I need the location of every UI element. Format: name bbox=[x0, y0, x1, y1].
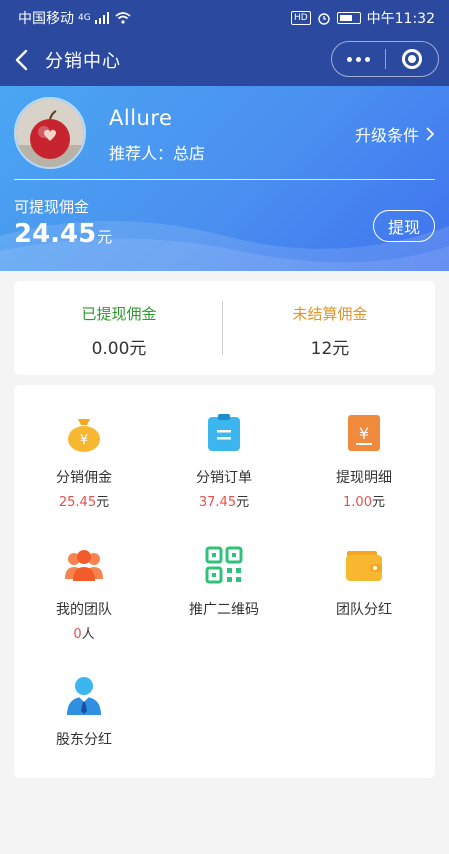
alarm-icon bbox=[317, 13, 330, 25]
qr-code-icon bbox=[205, 546, 243, 584]
money-bag-icon: ¥ bbox=[68, 419, 100, 452]
menu-item-shareholder-dividend[interactable]: 股东分红 bbox=[14, 675, 154, 749]
status-bar: 中国移动 4G HD 中午11:32 bbox=[0, 0, 449, 34]
upgrade-conditions-link[interactable]: 升级条件 bbox=[355, 122, 435, 146]
more-dots-icon bbox=[347, 56, 352, 62]
commission-summary-card: 已提现佣金 0.00元 未结算佣金 12元 bbox=[14, 281, 435, 375]
menu-item-team-dividend[interactable]: 团队分红 bbox=[294, 545, 434, 619]
hd-badge: HD bbox=[290, 11, 311, 25]
back-arrow-icon[interactable] bbox=[12, 48, 34, 72]
order-clipboard-icon bbox=[208, 414, 240, 451]
menu-amount: 25.45元 bbox=[58, 495, 110, 510]
withdraw-detail-icon: ¥ bbox=[348, 415, 380, 451]
close-miniprogram-button[interactable] bbox=[386, 42, 438, 76]
unsettled-label: 未结算佣金 bbox=[292, 305, 368, 323]
menu-label: 我的团队 bbox=[56, 602, 112, 618]
shareholder-icon bbox=[67, 677, 101, 715]
banner-divider bbox=[14, 179, 435, 180]
menu-item-commission[interactable]: ¥ 分销佣金 25.45元 bbox=[14, 413, 154, 510]
menu-item-qrcode[interactable]: 推广二维码 bbox=[154, 545, 294, 619]
wallet-icon bbox=[346, 551, 382, 581]
menu-label: 分销订单 bbox=[196, 470, 252, 486]
menu-amount: 0人 bbox=[73, 627, 95, 642]
menu-label: 推广二维码 bbox=[189, 602, 259, 618]
upgrade-label: 升级条件 bbox=[354, 126, 419, 145]
network-type: 4G bbox=[78, 13, 91, 23]
nav-bar: 分销中心 bbox=[0, 34, 449, 86]
menu-item-withdraw-detail[interactable]: ¥ 提现明细 1.00元 bbox=[294, 413, 434, 510]
unsettled-commission[interactable]: 未结算佣金 12元 bbox=[225, 281, 435, 375]
menu-label: 股东分红 bbox=[56, 732, 112, 748]
page-title: 分销中心 bbox=[45, 51, 121, 72]
withdrawn-commission[interactable]: 已提现佣金 0.00元 bbox=[14, 281, 224, 375]
withdrawable-amount: 24.45元 bbox=[14, 219, 112, 249]
team-people-icon bbox=[65, 550, 103, 581]
svg-text:¥: ¥ bbox=[359, 424, 369, 443]
withdrawable-label: 可提现佣金 bbox=[14, 198, 90, 216]
function-grid: ¥ 分销佣金 25.45元 分销订单 37.45元 ¥ 提现明细 1.00元 我… bbox=[14, 385, 435, 778]
signal-icon bbox=[94, 12, 109, 24]
menu-item-orders[interactable]: 分销订单 37.45元 bbox=[154, 413, 294, 510]
carrier-name: 中国移动 bbox=[18, 11, 74, 27]
withdrawn-value: 0.00元 bbox=[91, 339, 147, 359]
more-menu-button[interactable] bbox=[332, 42, 385, 76]
menu-amount: 37.45元 bbox=[198, 495, 250, 510]
chevron-right-icon bbox=[426, 127, 435, 141]
withdrawable-value: 24.45 bbox=[14, 219, 97, 249]
withdrawn-label: 已提现佣金 bbox=[81, 305, 157, 323]
username: Allure bbox=[109, 106, 173, 130]
menu-amount: 1.00元 bbox=[343, 495, 385, 510]
clock: 中午11:32 bbox=[366, 11, 435, 27]
menu-label: 团队分红 bbox=[336, 602, 392, 618]
menu-label: 分销佣金 bbox=[56, 470, 112, 486]
withdraw-button[interactable]: 提现 bbox=[373, 210, 435, 242]
menu-item-team[interactable]: 我的团队 0人 bbox=[14, 545, 154, 642]
profile-banner: Allure 推荐人：总店 升级条件 可提现佣金 24.45元 提现 bbox=[0, 86, 449, 271]
referrer-text: 推荐人：总店 bbox=[109, 144, 206, 163]
close-target-icon bbox=[401, 49, 422, 69]
menu-label: 提现明细 bbox=[336, 470, 392, 486]
battery-icon bbox=[336, 12, 361, 24]
miniprogram-capsule bbox=[331, 41, 439, 77]
unsettled-value: 12元 bbox=[310, 339, 350, 359]
avatar bbox=[14, 97, 86, 169]
wifi-icon bbox=[115, 12, 131, 24]
summary-divider bbox=[222, 301, 223, 355]
svg-text:¥: ¥ bbox=[80, 433, 88, 448]
withdrawable-unit: 元 bbox=[97, 228, 113, 246]
